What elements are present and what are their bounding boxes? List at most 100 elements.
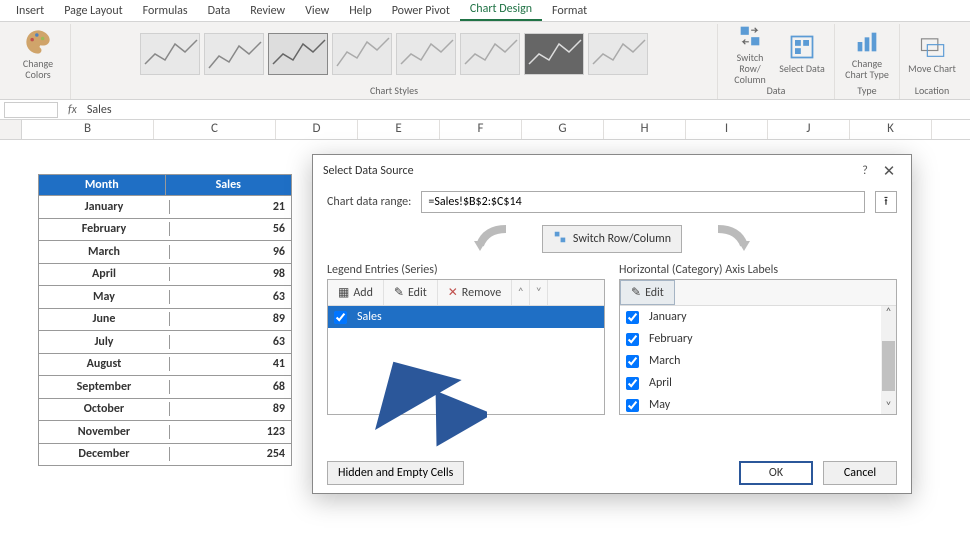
chart-style-2[interactable] <box>204 33 264 75</box>
col-header-b[interactable]: B <box>22 120 154 139</box>
switch-row-column-button[interactable]: Switch Row/ Column <box>726 26 774 82</box>
table-row[interactable]: July63 <box>39 330 291 353</box>
chart-data-range-label: Chart data range: <box>327 195 411 209</box>
categories-list[interactable]: January February March April May ˄˅ <box>620 306 896 414</box>
remove-icon: ✕ <box>448 285 458 300</box>
chart-style-3[interactable] <box>268 33 328 75</box>
chart-style-1[interactable] <box>140 33 200 75</box>
category-checkbox[interactable] <box>626 333 639 346</box>
col-header-g[interactable]: G <box>522 120 604 139</box>
cancel-button[interactable]: Cancel <box>823 461 897 485</box>
table-row[interactable]: September68 <box>39 375 291 398</box>
change-colors-label: Change Colors <box>14 58 62 80</box>
chart-type-icon <box>853 28 881 56</box>
tab-page-layout[interactable]: Page Layout <box>54 1 132 21</box>
col-header-f[interactable]: F <box>440 120 522 139</box>
tab-review[interactable]: Review <box>240 1 295 21</box>
category-item[interactable]: March <box>620 350 896 372</box>
remove-series-button[interactable]: ✕Remove <box>438 280 512 305</box>
category-item[interactable]: May <box>620 394 896 414</box>
range-picker-button[interactable]: ⭱ <box>875 191 897 213</box>
chart-style-4[interactable] <box>332 33 392 75</box>
dialog-title: Select Data Source <box>323 164 414 178</box>
axis-labels-title: Horizontal (Category) Axis Labels <box>619 263 897 277</box>
edit-series-button[interactable]: ✎Edit <box>384 280 438 305</box>
chart-style-7[interactable] <box>524 33 584 75</box>
dialog-help-button[interactable]: ? <box>853 164 877 178</box>
move-down-button[interactable]: ˅ <box>530 280 548 305</box>
col-header-k[interactable]: K <box>850 120 932 139</box>
col-header-h[interactable]: H <box>604 120 686 139</box>
table-row[interactable]: March96 <box>39 240 291 263</box>
category-checkbox[interactable] <box>626 399 639 412</box>
palette-icon <box>24 28 52 56</box>
category-item[interactable]: February <box>620 328 896 350</box>
move-up-button[interactable]: ˄ <box>512 280 530 305</box>
col-header-e[interactable]: E <box>358 120 440 139</box>
table-row[interactable]: April98 <box>39 263 291 286</box>
tab-insert[interactable]: Insert <box>6 1 54 21</box>
table-row[interactable]: November123 <box>39 420 291 443</box>
arrow-left-icon <box>466 225 512 253</box>
chart-style-6[interactable] <box>460 33 520 75</box>
table-row[interactable]: August41 <box>39 353 291 376</box>
fx-icon[interactable]: fx <box>68 103 77 117</box>
category-item[interactable]: January <box>620 306 896 328</box>
switch-row-column-dialog-button[interactable]: Switch Row/Column <box>542 225 682 253</box>
tab-chart-design[interactable]: Chart Design <box>460 0 542 21</box>
formula-value[interactable]: Sales <box>87 103 112 117</box>
category-item[interactable]: April <box>620 372 896 394</box>
change-chart-type-button[interactable]: Change Chart Type <box>843 26 891 82</box>
table-row[interactable]: October89 <box>39 398 291 421</box>
hidden-empty-cells-button[interactable]: Hidden and Empty Cells <box>327 461 464 485</box>
table-row[interactable]: January21 <box>39 195 291 218</box>
category-checkbox[interactable] <box>626 355 639 368</box>
categories-scrollbar[interactable]: ˄˅ <box>881 306 896 414</box>
select-data-icon <box>788 33 816 61</box>
tab-format[interactable]: Format <box>542 1 597 21</box>
chart-styles-gallery[interactable] <box>140 33 648 75</box>
table-row[interactable]: February56 <box>39 218 291 241</box>
move-chart-button[interactable]: Move Chart <box>908 26 956 82</box>
dialog-close-button[interactable]: ✕ <box>877 162 901 181</box>
series-name: Sales <box>357 310 382 324</box>
column-headers: B C D E F G H I J K <box>0 120 970 140</box>
categories-pane: ✎Edit January February March April May ˄… <box>619 279 897 415</box>
table-row[interactable]: June89 <box>39 308 291 331</box>
data-group-label: Data <box>767 83 786 97</box>
series-list[interactable]: Sales <box>328 306 604 414</box>
col-header-j[interactable]: J <box>768 120 850 139</box>
series-item[interactable]: Sales <box>328 306 604 328</box>
formula-bar: fx Sales <box>0 100 970 120</box>
chart-data-range-input[interactable] <box>421 191 865 213</box>
move-chart-icon <box>918 33 946 61</box>
tab-data[interactable]: Data <box>198 1 241 21</box>
edit-categories-button[interactable]: ✎Edit <box>620 280 675 305</box>
tab-help[interactable]: Help <box>339 1 382 21</box>
change-colors-button[interactable]: Change Colors <box>14 26 62 82</box>
col-header-c[interactable]: C <box>154 120 276 139</box>
tab-formulas[interactable]: Formulas <box>133 1 198 21</box>
tab-power-pivot[interactable]: Power Pivot <box>382 1 460 21</box>
col-header-d[interactable]: D <box>276 120 358 139</box>
col-header-i[interactable]: I <box>686 120 768 139</box>
table-row[interactable]: December254 <box>39 443 291 466</box>
tab-view[interactable]: View <box>295 1 339 21</box>
table-header-sales: Sales <box>166 175 292 195</box>
location-group-label: Location <box>915 83 949 97</box>
select-data-button[interactable]: Select Data <box>778 26 826 82</box>
name-box[interactable] <box>4 102 58 118</box>
legend-entries-title: Legend Entries (Series) <box>327 263 605 277</box>
chart-style-5[interactable] <box>396 33 456 75</box>
category-checkbox[interactable] <box>626 377 639 390</box>
add-series-button[interactable]: ▦Add <box>328 280 384 305</box>
edit-icon: ✎ <box>631 285 641 300</box>
table-row[interactable]: May63 <box>39 285 291 308</box>
switch-row-column-label: Switch Row/Column <box>573 232 671 246</box>
series-checkbox[interactable] <box>334 311 347 324</box>
category-checkbox[interactable] <box>626 311 639 324</box>
switch-rc-label: Switch Row/ Column <box>726 52 774 85</box>
chart-style-8[interactable] <box>588 33 648 75</box>
change-type-label: Change Chart Type <box>843 58 891 80</box>
ok-button[interactable]: OK <box>739 461 813 485</box>
